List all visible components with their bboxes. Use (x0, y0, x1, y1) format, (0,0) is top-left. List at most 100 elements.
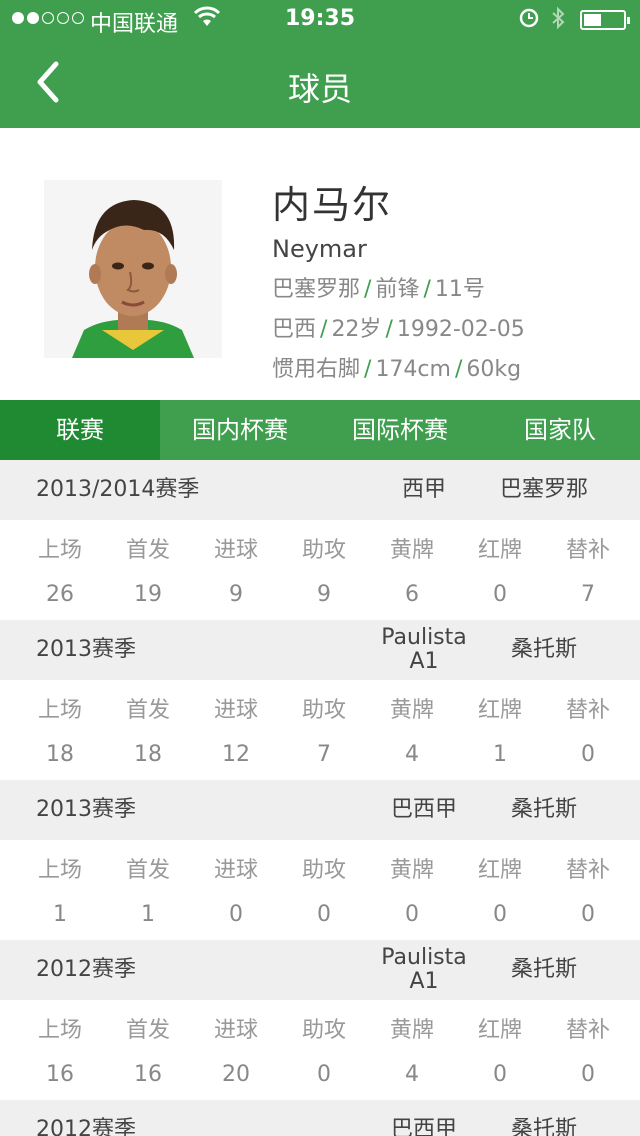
season-club: 桑托斯 (510, 637, 577, 662)
stat-value: 7 (581, 582, 595, 607)
stat-value: 0 (317, 902, 331, 927)
player-height: 174cm (375, 357, 451, 382)
stat-value: 1 (53, 902, 67, 927)
stat-label: 助攻 (301, 858, 346, 883)
season-club: 桑托斯 (510, 1117, 577, 1136)
player-age: 22岁 (331, 317, 382, 342)
player-country: 巴西 (272, 317, 317, 342)
stat-label: 上场 (37, 1018, 82, 1043)
season-name: 2012赛季 (36, 1117, 136, 1136)
season-club: 巴塞罗那 (499, 477, 588, 502)
stat-value: 0 (317, 1062, 331, 1087)
stat-label: 上场 (37, 698, 82, 723)
season-league: Paulista A1 (381, 945, 467, 994)
player-number: 11号 (434, 277, 485, 302)
stat-value: 0 (493, 582, 507, 607)
stat-values-row: 26 19 9 9 6 0 7 (16, 582, 632, 607)
season-club: 桑托斯 (510, 957, 577, 982)
stat-label: 首发 (125, 538, 170, 563)
stat-label: 首发 (125, 1018, 170, 1043)
season-stats: 上场 首发 进球 助攻 黄牌 红牌 替补 1 1 0 0 0 0 0 (0, 840, 640, 940)
stat-label: 红牌 (477, 1018, 522, 1043)
stat-values-row: 1 1 0 0 0 0 0 (16, 902, 632, 927)
alarm-icon (518, 6, 540, 34)
season-name: 2012赛季 (36, 957, 136, 982)
stat-labels-row: 上场 首发 进球 助攻 黄牌 红牌 替补 (16, 692, 632, 724)
stat-value: 9 (317, 582, 331, 607)
stat-value: 12 (222, 742, 250, 767)
stat-value: 4 (405, 742, 419, 767)
season-name: 2013/2014赛季 (36, 477, 200, 502)
season-header[interactable]: 2012赛季 巴西甲 桑托斯 (0, 1100, 640, 1136)
player-position: 前锋 (375, 277, 420, 302)
app-header: 中国联通 19:35 球员 (0, 0, 640, 128)
player-foot: 惯用右脚 (272, 357, 361, 382)
tab-international-cup[interactable]: 国际杯赛 (320, 400, 480, 460)
season-header[interactable]: 2013赛季 Paulista A1 桑托斯 (0, 620, 640, 680)
season-club: 桑托斯 (510, 797, 577, 822)
stat-label: 首发 (125, 698, 170, 723)
season-stats-list: 2013/2014赛季 西甲 巴塞罗那 上场 首发 进球 助攻 黄牌 红牌 替补 26 19 9 9 6 0 7… (0, 460, 640, 1136)
player-weight: 60kg (466, 357, 522, 382)
competition-tabs: 联赛 国内杯赛 国际杯赛 国家队 (0, 400, 640, 460)
player-club-position: 巴塞罗那 / 前锋/11号 (272, 277, 485, 302)
stat-value: 19 (134, 582, 162, 607)
stat-value: 0 (405, 902, 419, 927)
stat-values-row: 18 18 12 7 4 1 0 (16, 742, 632, 767)
stat-value: 0 (493, 1062, 507, 1087)
stat-value: 1 (493, 742, 507, 767)
stat-value: 16 (46, 1062, 74, 1087)
player-name-chinese: 内马尔 (272, 183, 393, 227)
season-name: 2013赛季 (36, 637, 136, 662)
season-header[interactable]: 2012赛季 Paulista A1 桑托斯 (0, 940, 640, 1000)
tab-national-team[interactable]: 国家队 (480, 400, 640, 460)
stat-label: 上场 (37, 538, 82, 563)
tab-league[interactable]: 联赛 (0, 400, 160, 460)
stat-value: 20 (222, 1062, 250, 1087)
stat-label: 替补 (565, 538, 610, 563)
page-title: 球员 (287, 70, 352, 108)
season-header[interactable]: 2013/2014赛季 西甲 巴塞罗那 (0, 460, 640, 520)
player-birthdate: 1992-02-05 (396, 317, 525, 342)
stat-label: 替补 (565, 698, 610, 723)
status-bar: 中国联通 19:35 (0, 0, 640, 40)
stat-label: 助攻 (301, 698, 346, 723)
stat-label: 红牌 (477, 698, 522, 723)
stat-label: 黄牌 (389, 858, 434, 883)
season-header[interactable]: 2013赛季 巴西甲 桑托斯 (0, 780, 640, 840)
season-stats: 上场 首发 进球 助攻 黄牌 红牌 替补 26 19 9 9 6 0 7 (0, 520, 640, 620)
stat-labels-row: 上场 首发 进球 助攻 黄牌 红牌 替补 (16, 852, 632, 884)
stat-label: 进球 (213, 538, 258, 563)
stat-label: 助攻 (301, 1018, 346, 1043)
stat-value: 0 (581, 1062, 595, 1087)
stat-labels-row: 上场 首发 进球 助攻 黄牌 红牌 替补 (16, 1012, 632, 1044)
stat-value: 9 (229, 582, 243, 607)
status-time: 19:35 (284, 6, 356, 31)
stat-label: 首发 (125, 858, 170, 883)
season-stats: 上场 首发 进球 助攻 黄牌 红牌 替补 18 18 12 7 4 1 0 (0, 680, 640, 780)
stat-label: 替补 (565, 1018, 610, 1043)
stat-label: 进球 (213, 698, 258, 723)
stat-values-row: 16 16 20 0 4 0 0 (16, 1062, 632, 1087)
player-nationality-age: 巴西/22岁/1992-02-05 (272, 317, 525, 342)
season-stats: 上场 首发 进球 助攻 黄牌 红牌 替补 16 16 20 0 4 0 0 (0, 1000, 640, 1100)
stat-value: 7 (317, 742, 331, 767)
stat-labels-row: 上场 首发 进球 助攻 黄牌 红牌 替补 (16, 532, 632, 564)
stat-value: 0 (493, 902, 507, 927)
stat-label: 上场 (37, 858, 82, 883)
stat-label: 黄牌 (389, 1018, 434, 1043)
stat-value: 26 (46, 582, 74, 607)
stat-value: 0 (581, 902, 595, 927)
stat-label: 黄牌 (389, 538, 434, 563)
season-league: 巴西甲 (390, 1117, 457, 1136)
stat-value: 6 (405, 582, 419, 607)
tab-domestic-cup[interactable]: 国内杯赛 (160, 400, 320, 460)
player-photo (44, 180, 222, 358)
stat-value: 18 (134, 742, 162, 767)
stat-value: 0 (581, 742, 595, 767)
stat-label: 助攻 (301, 538, 346, 563)
stat-value: 4 (405, 1062, 419, 1087)
stat-value: 0 (229, 902, 243, 927)
stat-label: 进球 (213, 1018, 258, 1043)
season-league: 西甲 (401, 477, 446, 502)
